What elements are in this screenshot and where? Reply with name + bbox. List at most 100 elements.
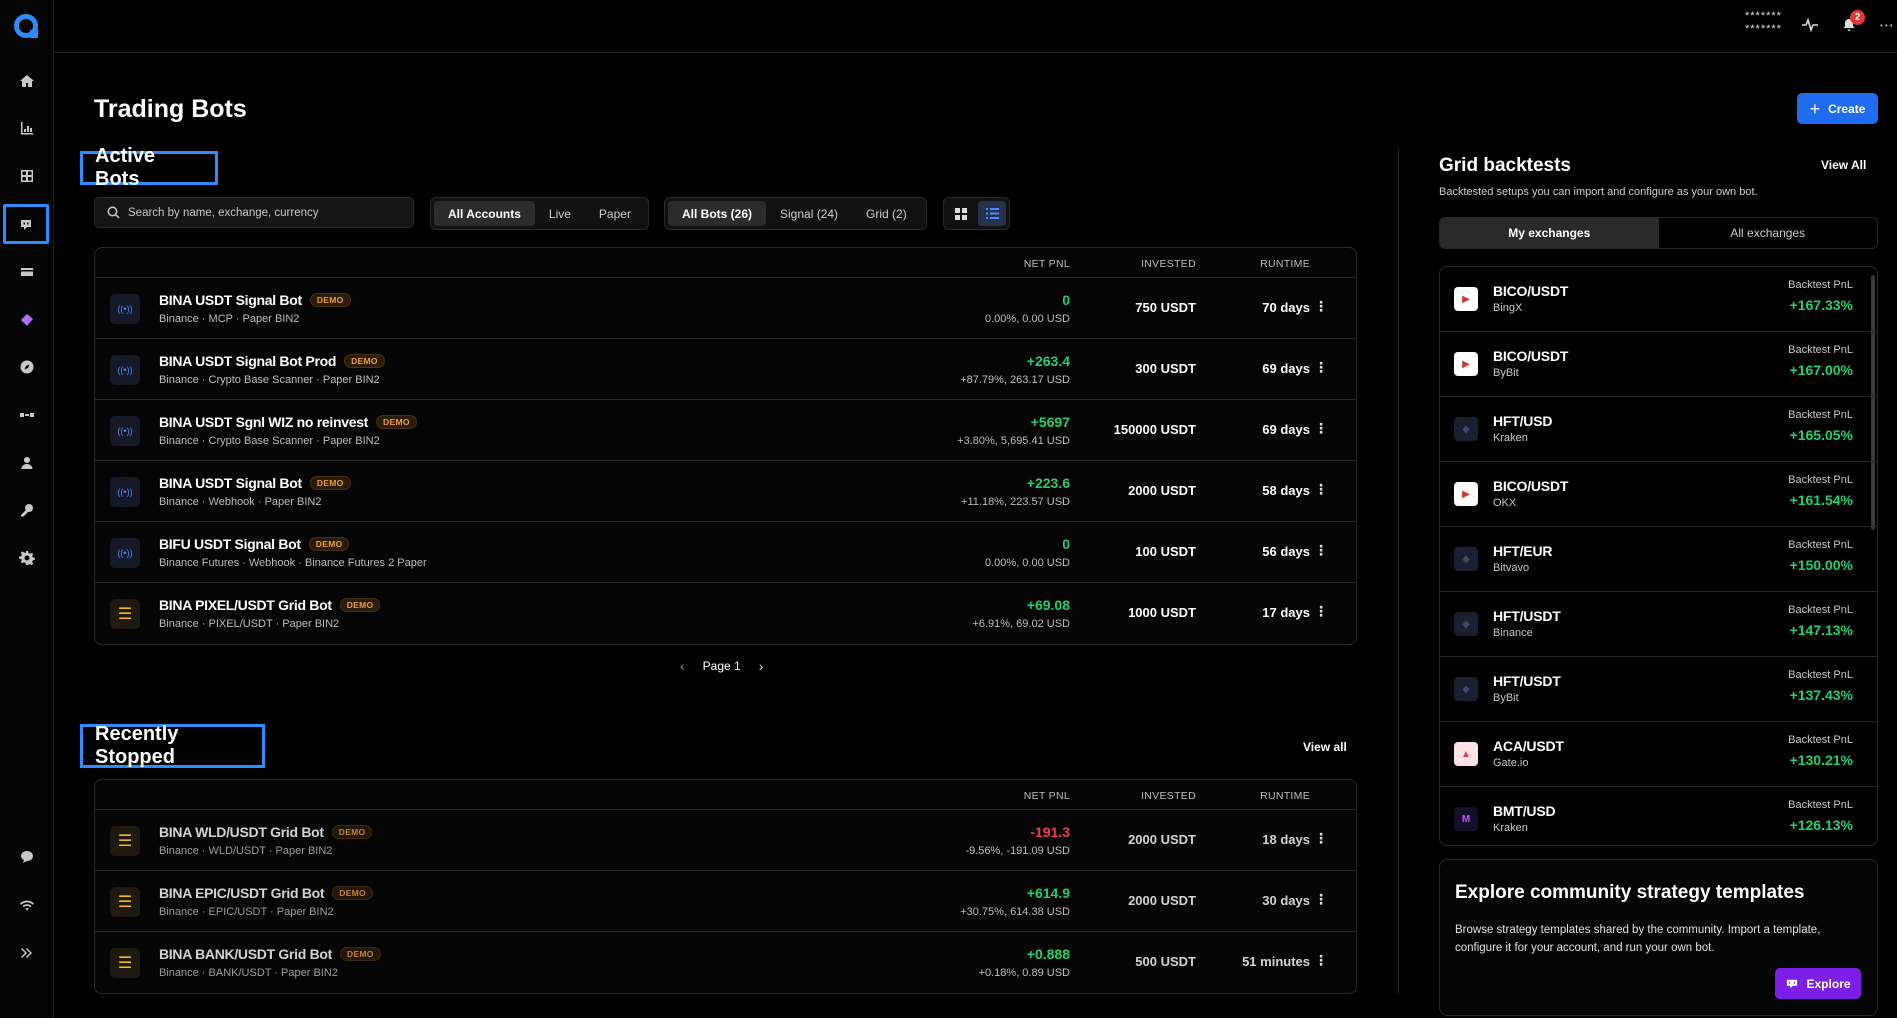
layers-icon[interactable] [0, 300, 54, 340]
chart-icon[interactable] [0, 108, 54, 148]
backtest-pnl-value: +130.21% [1789, 752, 1853, 768]
table-row[interactable]: ((•)) BINA USDT Signal Bot Prod DEMO Binanc… [95, 339, 1356, 400]
search-input[interactable] [128, 206, 398, 219]
bot-details: Binance · Crypto Base Scanner · Paper BI… [159, 374, 380, 386]
search-box[interactable] [94, 197, 414, 228]
table-header: NET PNL INVESTED RUNTIME [95, 780, 1356, 810]
table-row[interactable]: ((•)) BINA USDT Sgnl WIZ no reinvest DEMO B… [95, 400, 1356, 461]
backtests-view-all-link[interactable]: View All [1821, 158, 1866, 172]
backtest-pnl-label: Backtest PnL [1788, 734, 1853, 746]
filter-all-accounts[interactable]: All Accounts [434, 201, 535, 226]
masked-line-2: ******* [1745, 23, 1782, 35]
table-row[interactable]: ☰ BINA BANK/USDT Grid Bot DEMO Binance · BA… [95, 932, 1356, 993]
bot-name: BINA WLD/USDT Grid Bot DEMO [159, 824, 373, 840]
settings-icon[interactable] [0, 538, 54, 578]
connection-icon[interactable] [0, 395, 54, 435]
bot-details: Binance · MCP · Paper BIN2 [159, 313, 300, 325]
filter-live[interactable]: Live [535, 201, 585, 226]
explore-button[interactable]: Explore [1775, 968, 1861, 999]
prev-page-icon[interactable]: ‹ [680, 658, 685, 674]
explore-title: Explore community strategy templates [1455, 882, 1805, 903]
search-icon [107, 206, 120, 219]
more-vert-icon[interactable]: ⋮ [1314, 420, 1328, 437]
filter-grid[interactable]: Grid (2) [852, 201, 921, 226]
next-page-icon[interactable]: › [759, 658, 764, 674]
backtest-row[interactable]: ◆ HFT/USDT ByBit Backtest PnL +137.43% [1440, 657, 1877, 722]
more-vert-icon[interactable]: ⋮ [1314, 830, 1328, 847]
table-row[interactable]: ((•)) BINA USDT Signal Bot DEMO Binance · M… [95, 278, 1356, 339]
app-logo[interactable] [14, 14, 38, 38]
tab-all-exchanges[interactable]: All exchanges [1659, 218, 1878, 248]
stopped-view-all-link[interactable]: View all [1303, 740, 1347, 754]
compass-icon[interactable] [0, 347, 54, 387]
account-masked[interactable]: ******* ******* [1745, 10, 1782, 36]
filter-paper[interactable]: Paper [585, 201, 645, 226]
signal-bot-icon: ((•)) [110, 416, 140, 446]
table-row[interactable]: ☰ BINA WLD/USDT Grid Bot DEMO Binance · WLD… [95, 810, 1356, 871]
wifi-icon[interactable] [0, 885, 54, 925]
list-view-icon[interactable] [978, 201, 1006, 226]
filter-signal[interactable]: Signal (24) [766, 201, 852, 226]
activity-icon[interactable] [1799, 14, 1821, 36]
net-pnl-value: 0 [1062, 536, 1070, 552]
net-pnl-value: +263.4 [1026, 353, 1070, 369]
more-vert-icon[interactable]: ⋮ [1314, 542, 1328, 559]
demo-badge: DEMO [309, 293, 351, 307]
backtest-row[interactable]: ◆ HFT/USD Kraken Backtest PnL +165.05% [1440, 397, 1877, 462]
table-row[interactable]: ☰ BINA PIXEL/USDT Grid Bot DEMO Binance · P… [95, 583, 1356, 644]
more-vert-icon[interactable]: ⋮ [1314, 298, 1328, 315]
key-icon[interactable] [0, 490, 54, 530]
backtest-row[interactable]: ▲ ACA/USDT Gate.io Backtest PnL +130.21% [1440, 722, 1877, 787]
demo-badge: DEMO [308, 537, 350, 551]
bot-icon[interactable] [3, 204, 49, 244]
more-vert-icon[interactable]: ⋮ [1314, 952, 1328, 969]
invested-value: 150000 USDT [1113, 422, 1196, 437]
backtest-row[interactable]: ◆ HFT/USDT Binance Backtest PnL +147.13% [1440, 592, 1877, 657]
hft-logo-icon: ◆ [1454, 417, 1478, 441]
bot-details: Binance · Webhook · Paper BIN2 [159, 496, 322, 508]
table-row[interactable]: ☰ BINA EPIC/USDT Grid Bot DEMO Binance · EP… [95, 871, 1356, 932]
card-icon[interactable] [0, 252, 54, 292]
stopped-bots-table: NET PNL INVESTED RUNTIME ☰ BINA WLD/USDT … [94, 779, 1357, 994]
backtest-exchange: OKX [1493, 497, 1517, 509]
demo-badge: DEMO [344, 354, 385, 368]
expand-icon[interactable] [0, 933, 54, 973]
backtest-pnl-value: +150.00% [1789, 557, 1853, 573]
invested-value: 2000 USDT [1128, 832, 1196, 847]
backtest-pnl-label: Backtest PnL [1788, 604, 1853, 616]
user-icon[interactable] [0, 443, 54, 483]
runtime-value: 56 days [1262, 544, 1310, 559]
create-button[interactable]: + Create [1797, 93, 1878, 124]
active-bots-title: Active Bots [80, 145, 218, 190]
backtest-list: ▶ BICO/USDT BingX Backtest PnL +167.33% ▶ BICO… [1439, 266, 1878, 846]
filter-all-bots[interactable]: All Bots (26) [668, 201, 767, 226]
home-icon[interactable] [0, 61, 54, 101]
net-pnl-detail: +87.79%, 263.17 USD [960, 374, 1070, 386]
demo-badge: DEMO [331, 825, 373, 839]
col-runtime: RUNTIME [1260, 790, 1310, 802]
net-pnl-detail: +3.80%, 5,695.41 USD [957, 435, 1070, 447]
more-options-icon[interactable]: ⋯ [1876, 14, 1897, 36]
backtest-row[interactable]: ▶ BICO/USDT OKX Backtest PnL +161.54% [1440, 462, 1877, 527]
tab-my-exchanges[interactable]: My exchanges [1440, 218, 1659, 248]
grid-view-icon[interactable] [947, 201, 975, 226]
backtest-pair: HFT/USD [1493, 413, 1553, 429]
demo-badge: DEMO [376, 415, 417, 429]
masked-line-1: ******* [1745, 10, 1782, 22]
hft-logo-icon: ◆ [1454, 547, 1478, 571]
invested-value: 2000 USDT [1128, 483, 1196, 498]
more-vert-icon[interactable]: ⋮ [1314, 481, 1328, 498]
more-vert-icon[interactable]: ⋮ [1314, 603, 1328, 620]
grid-icon[interactable] [0, 156, 54, 196]
more-vert-icon[interactable]: ⋮ [1314, 359, 1328, 376]
backtest-row[interactable]: ▶ BICO/USDT BingX Backtest PnL +167.33% [1440, 267, 1877, 332]
chat-icon[interactable] [0, 837, 54, 877]
backtest-pair: HFT/EUR [1493, 543, 1553, 559]
more-vert-icon[interactable]: ⋮ [1314, 891, 1328, 908]
backtest-row[interactable]: ▶ BICO/USDT ByBit Backtest PnL +167.00% [1440, 332, 1877, 397]
table-row[interactable]: ((•)) BIFU USDT Signal Bot DEMO Binance Fut… [95, 522, 1356, 583]
backtest-row[interactable]: ◆ HFT/EUR Bitvavo Backtest PnL +150.00% [1440, 527, 1877, 592]
backtest-row[interactable]: M BMT/USD Kraken Backtest PnL +126.13% [1440, 787, 1877, 845]
table-row[interactable]: ((•)) BINA USDT Signal Bot DEMO Binance · W… [95, 461, 1356, 522]
plus-icon: + [1809, 98, 1821, 119]
